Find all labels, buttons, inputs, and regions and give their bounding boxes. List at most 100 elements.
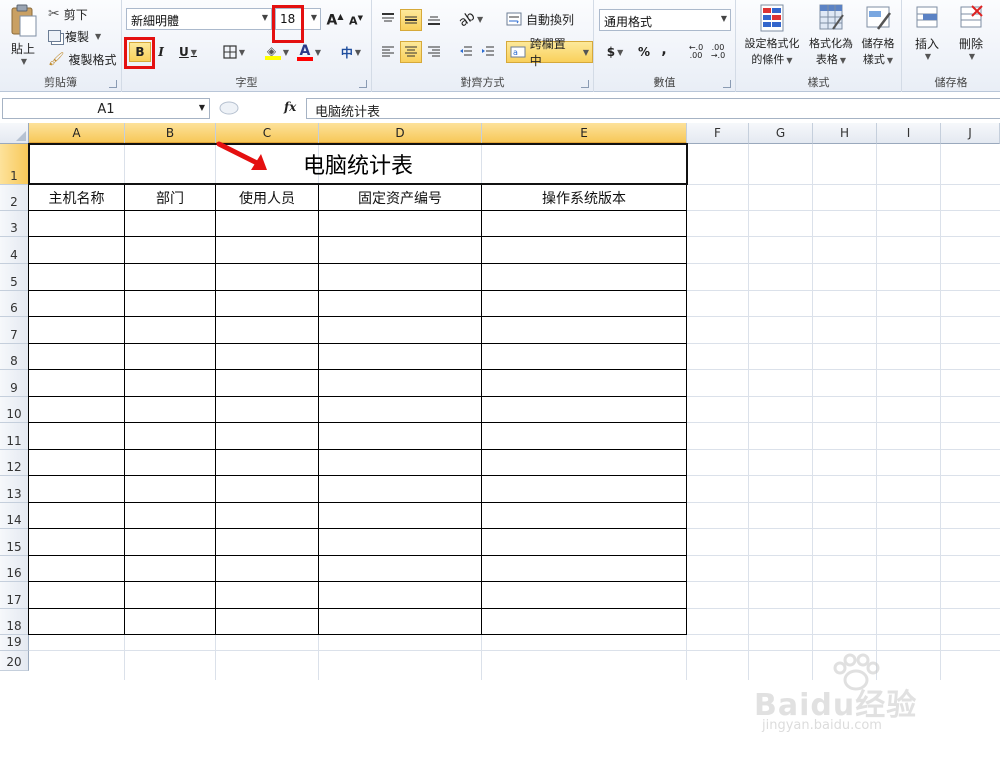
column-header[interactable]: F [687, 123, 749, 144]
name-box[interactable]: A1 ▼ [2, 98, 210, 119]
format-painter-button[interactable]: 🖌 複製格式 [48, 50, 117, 68]
table-cell[interactable] [481, 369, 687, 397]
table-cell[interactable] [124, 422, 216, 450]
table-cell[interactable] [215, 475, 319, 503]
table-cell[interactable] [318, 555, 482, 582]
table-cell[interactable] [481, 422, 687, 450]
row-header[interactable]: 18 [0, 609, 29, 635]
row-header[interactable]: 9 [0, 370, 29, 397]
table-cell[interactable] [481, 475, 687, 503]
table-cell[interactable] [215, 449, 319, 476]
column-header[interactable]: A [29, 123, 125, 144]
table-cell[interactable] [318, 396, 482, 423]
header-cell[interactable]: 部门 [124, 184, 216, 211]
row-header[interactable]: 11 [0, 423, 29, 450]
row-header[interactable]: 12 [0, 450, 29, 476]
row-header[interactable]: 15 [0, 529, 29, 556]
currency-button[interactable]: $ ▼ [602, 42, 628, 62]
decrease-indent-button[interactable] [456, 42, 476, 62]
table-cell[interactable] [28, 422, 125, 450]
align-right-button[interactable] [424, 42, 444, 62]
comma-button[interactable]: , [656, 40, 672, 60]
row-header[interactable]: 19 [0, 635, 29, 651]
table-cell[interactable] [215, 290, 319, 317]
column-header[interactable]: B [125, 123, 216, 144]
increase-indent-button[interactable] [478, 42, 498, 62]
cut-button[interactable]: ✂ 剪下 [48, 5, 88, 23]
format-as-table-button[interactable]: 格式化為 表格 ▼ [806, 3, 856, 73]
table-cell[interactable] [318, 343, 482, 370]
table-cell[interactable] [124, 343, 216, 370]
insert-function-button[interactable]: fx [284, 100, 296, 114]
column-header[interactable]: D [319, 123, 482, 144]
table-cell[interactable] [215, 502, 319, 529]
increase-decimal-button[interactable]: ←.0.00 [686, 42, 706, 62]
table-cell[interactable] [124, 475, 216, 503]
table-cell[interactable] [318, 290, 482, 317]
table-cell[interactable] [318, 210, 482, 237]
number-launcher-icon[interactable] [723, 80, 731, 88]
table-cell[interactable] [28, 263, 125, 291]
formula-input[interactable]: 电脑统计表 [306, 98, 1000, 120]
row-header[interactable]: 16 [0, 556, 29, 582]
table-cell[interactable] [318, 263, 482, 291]
column-header[interactable]: H [813, 123, 877, 144]
align-left-button[interactable] [378, 42, 398, 62]
column-header[interactable]: I [877, 123, 941, 144]
table-cell[interactable] [481, 528, 687, 556]
table-cell[interactable] [28, 343, 125, 370]
table-cell[interactable] [124, 581, 216, 609]
font-name-combo[interactable]: 新細明體 ▼ [126, 8, 272, 30]
grow-font-button[interactable]: A▲ [326, 10, 344, 30]
table-cell[interactable] [124, 396, 216, 423]
table-cell[interactable] [481, 555, 687, 582]
table-cell[interactable] [481, 581, 687, 609]
row-header[interactable]: 20 [0, 651, 29, 671]
table-cell[interactable] [124, 263, 216, 291]
table-cell[interactable] [28, 608, 125, 635]
table-cell[interactable] [481, 316, 687, 344]
table-cell[interactable] [215, 343, 319, 370]
column-header[interactable]: J [941, 123, 1000, 144]
table-cell[interactable] [215, 555, 319, 582]
decrease-decimal-button[interactable]: .00 →.0 [708, 42, 728, 62]
font-color-button[interactable]: A ▼ [294, 42, 324, 62]
align-top-button[interactable] [378, 9, 398, 29]
table-cell[interactable] [28, 396, 125, 423]
row-header[interactable]: 14 [0, 503, 29, 529]
table-cell[interactable] [318, 608, 482, 635]
phonetic-button[interactable]: 中 ▼ [334, 42, 368, 62]
table-cell[interactable] [481, 502, 687, 529]
select-all-button[interactable] [0, 123, 29, 144]
table-cell[interactable] [481, 290, 687, 317]
table-cell[interactable] [481, 343, 687, 370]
cell-styles-button[interactable]: 儲存格 樣式 ▼ [856, 3, 900, 73]
table-cell[interactable] [215, 263, 319, 291]
row-header[interactable]: 17 [0, 582, 29, 609]
table-cell[interactable] [318, 236, 482, 264]
row-header[interactable]: 5 [0, 264, 29, 291]
table-cell[interactable] [28, 210, 125, 237]
table-cell[interactable] [124, 369, 216, 397]
underline-button[interactable]: U ▼ [174, 42, 202, 62]
align-bottom-button[interactable] [424, 9, 444, 29]
table-cell[interactable] [215, 369, 319, 397]
table-cell[interactable] [124, 502, 216, 529]
header-cell[interactable]: 主机名称 [28, 184, 125, 211]
table-cell[interactable] [124, 290, 216, 317]
delete-button[interactable]: 刪除 ▼ [950, 3, 992, 69]
wrap-text-button[interactable]: 自動換列 [506, 9, 574, 29]
row-header[interactable]: 7 [0, 317, 29, 344]
table-cell[interactable] [318, 369, 482, 397]
row-header[interactable]: 13 [0, 476, 29, 503]
shrink-font-button[interactable]: A▼ [348, 12, 364, 30]
table-cell[interactable] [215, 396, 319, 423]
row-header[interactable]: 3 [0, 211, 29, 237]
table-cell[interactable] [318, 502, 482, 529]
clipboard-launcher-icon[interactable] [109, 80, 117, 88]
column-header[interactable]: E [482, 123, 687, 144]
table-cell[interactable] [318, 316, 482, 344]
worksheet-grid[interactable]: ABCDEFGHIJ 1 2 3 4 5 6 7 8 9 10 11 12 13 14 15 16 17 18 19… [0, 123, 1000, 680]
percent-button[interactable]: % [634, 42, 654, 62]
table-cell[interactable] [481, 263, 687, 291]
